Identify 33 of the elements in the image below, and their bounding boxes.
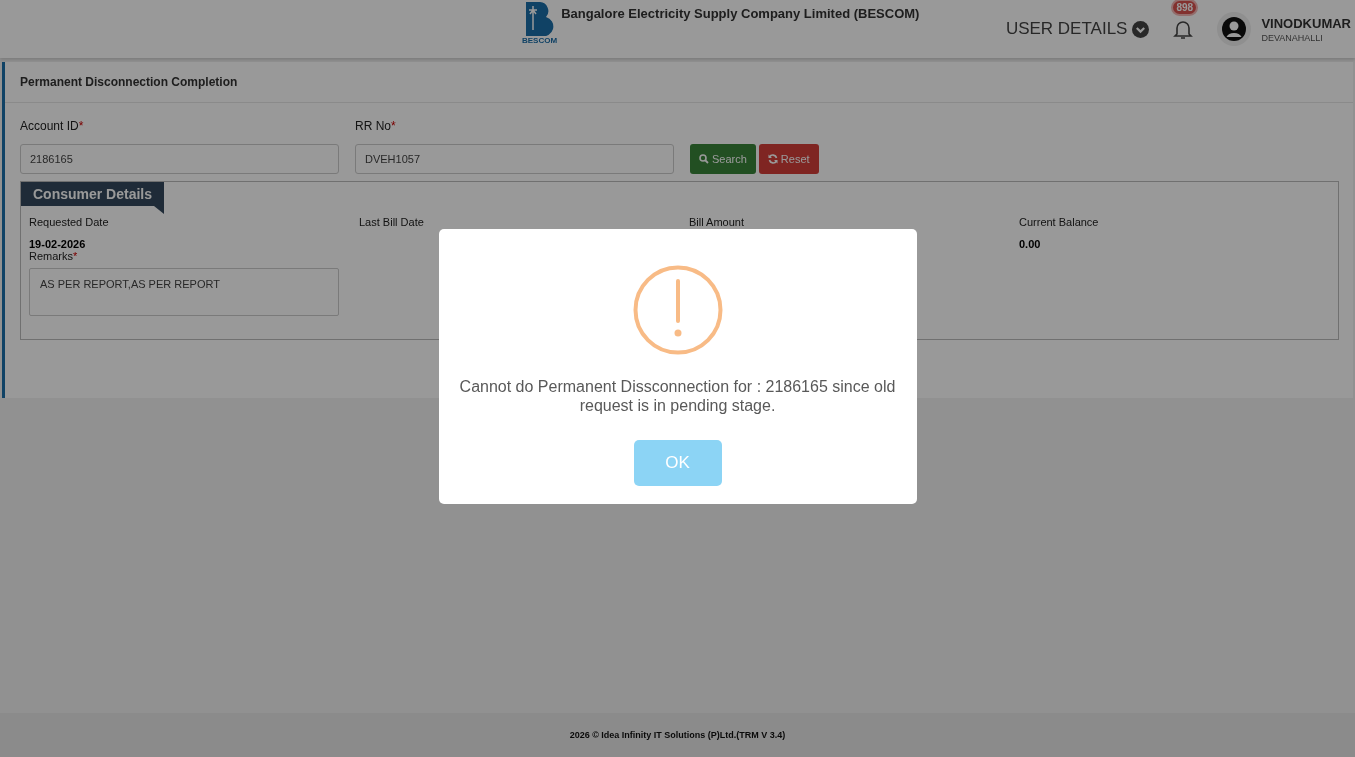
input-field[interactable]: 2186165 (20, 144, 339, 174)
refresh-icon (767, 154, 778, 164)
page-title: Permanent Disconnection Completion (5, 62, 1353, 103)
user-name: VINODKUMAR (1261, 15, 1351, 31)
reset-button[interactable]: Reset (758, 144, 819, 174)
field-label: Account ID (20, 119, 79, 133)
search-icon (699, 154, 709, 164)
field-label: RR No (355, 119, 391, 133)
detail-value: 0.00 (1019, 238, 1042, 250)
company-name: Bangalore Electricity Supply Company Limited (BESCOM) (561, 6, 920, 21)
detail-label: Last Bill Date (359, 216, 425, 228)
footer-text: 2026 © Idea Infinity IT Solutions (P)Ltd.(TRM V 3.4) (0, 713, 1355, 757)
detail-value: 19-02-2026 (29, 238, 87, 250)
detail-label: Current Balance (1019, 216, 1100, 228)
notification-count: 898 (1171, 0, 1199, 16)
remarks-field[interactable]: AS PER REPORT,AS PER REPORT (29, 268, 339, 316)
warning-icon (632, 265, 723, 355)
logo-caption: BESCOM (522, 36, 558, 45)
section-header: Consumer Details (21, 182, 165, 206)
detail-label: Requested Date (29, 216, 110, 228)
input-field[interactable]: DVEH1057 (355, 144, 674, 174)
avatar-icon (1217, 12, 1252, 46)
required-mark: * (78, 119, 84, 133)
alert-message: Cannot do Permanent Dissconnection for : 2186165 since old request is in pending stage. (458, 377, 897, 415)
required-mark: * (391, 119, 396, 133)
chevron-down-icon (1132, 20, 1150, 38)
detail-label: Bill Amount (689, 216, 746, 228)
search-button[interactable]: Search (690, 144, 756, 174)
field-label: Remarks (29, 250, 73, 262)
required-mark: * (73, 250, 78, 262)
user-location: DEVANAHALLI (1261, 32, 1324, 43)
tab-fold (154, 206, 165, 214)
user-details-menu[interactable]: USER DETAILS (1005, 19, 1150, 39)
